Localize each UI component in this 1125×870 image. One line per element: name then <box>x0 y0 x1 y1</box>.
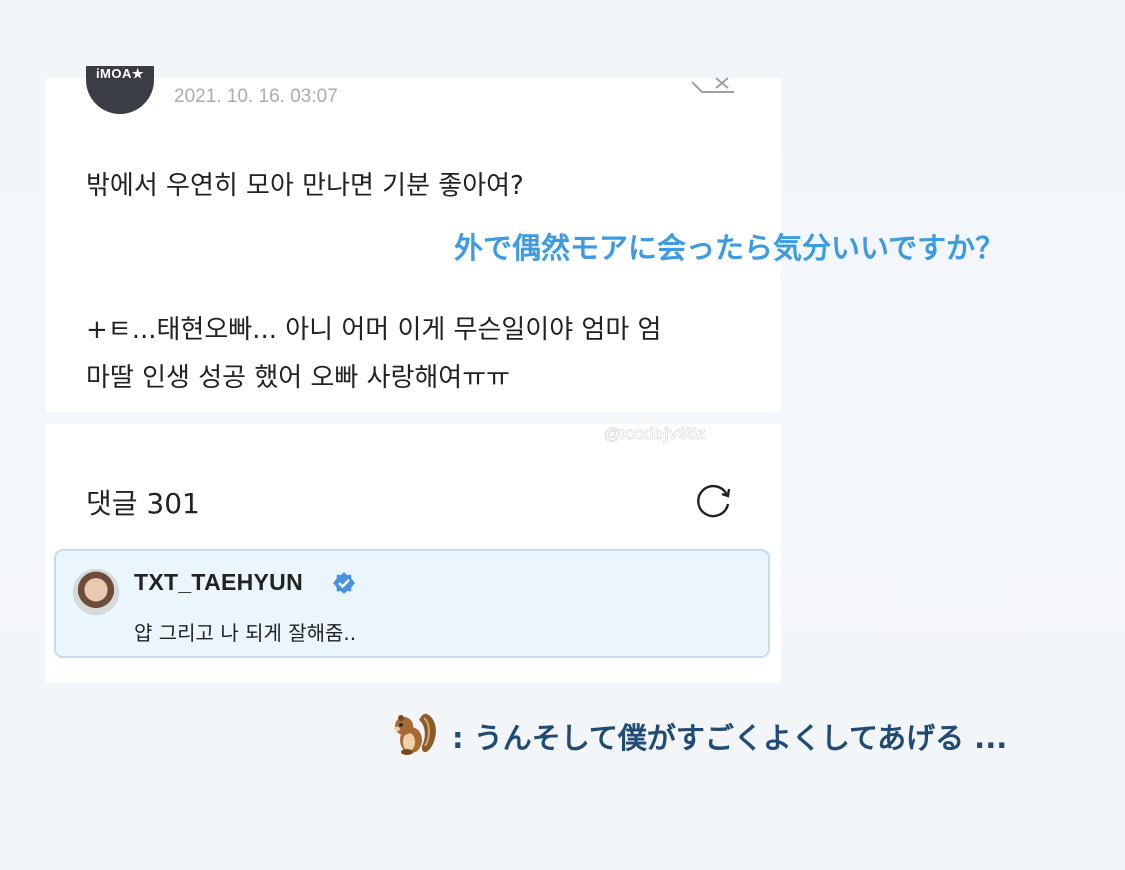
post-body-extra: +ㅌ...태현오빠... 아니 어머 이게 무슨일이야 엄마 엄 마딸 인생 성… <box>86 306 766 402</box>
share-icon[interactable] <box>688 74 738 96</box>
comments-card: @xxxibjv95z 댓글 301 TXT_TAEHYUN 얍 그리고 나 되… <box>46 424 781 683</box>
avatar-label: iMOA★ <box>95 66 145 81</box>
comment-text: 얍 그리고 나 되게 잘해줌.. <box>134 621 357 645</box>
comment-avatar[interactable] <box>73 569 119 615</box>
post-body-line2: +ㅌ...태현오빠... 아니 어머 이게 무슨일이야 엄마 엄 <box>86 315 662 345</box>
translation-question: 外で偶然モアに会ったら気分いいですか？ <box>454 231 1005 265</box>
post-timestamp: 2021. 10. 16. 03:07 <box>174 86 338 107</box>
watermark: @xxxibjv95z <box>604 424 706 444</box>
featured-comment[interactable]: TXT_TAEHYUN 얍 그리고 나 되게 잘해줌.. <box>54 549 770 658</box>
author-avatar[interactable]: iMOA★ <box>86 66 154 114</box>
translation-answer: : うんそして僕がすごくよくしてあげる ... <box>452 721 1008 755</box>
post-body-line3: 마딸 인생 성공 했어 오빠 사랑해여ㅠㅠ <box>86 363 511 393</box>
comment-count: 댓글 301 <box>86 487 200 520</box>
verified-badge-icon <box>333 572 355 594</box>
chipmunk-emoji <box>394 713 436 755</box>
post-body-line1: 밖에서 우연히 모아 만나면 기분 좋아여? <box>86 171 524 201</box>
refresh-icon[interactable] <box>694 480 734 520</box>
comment-username[interactable]: TXT_TAEHYUN <box>134 569 303 596</box>
